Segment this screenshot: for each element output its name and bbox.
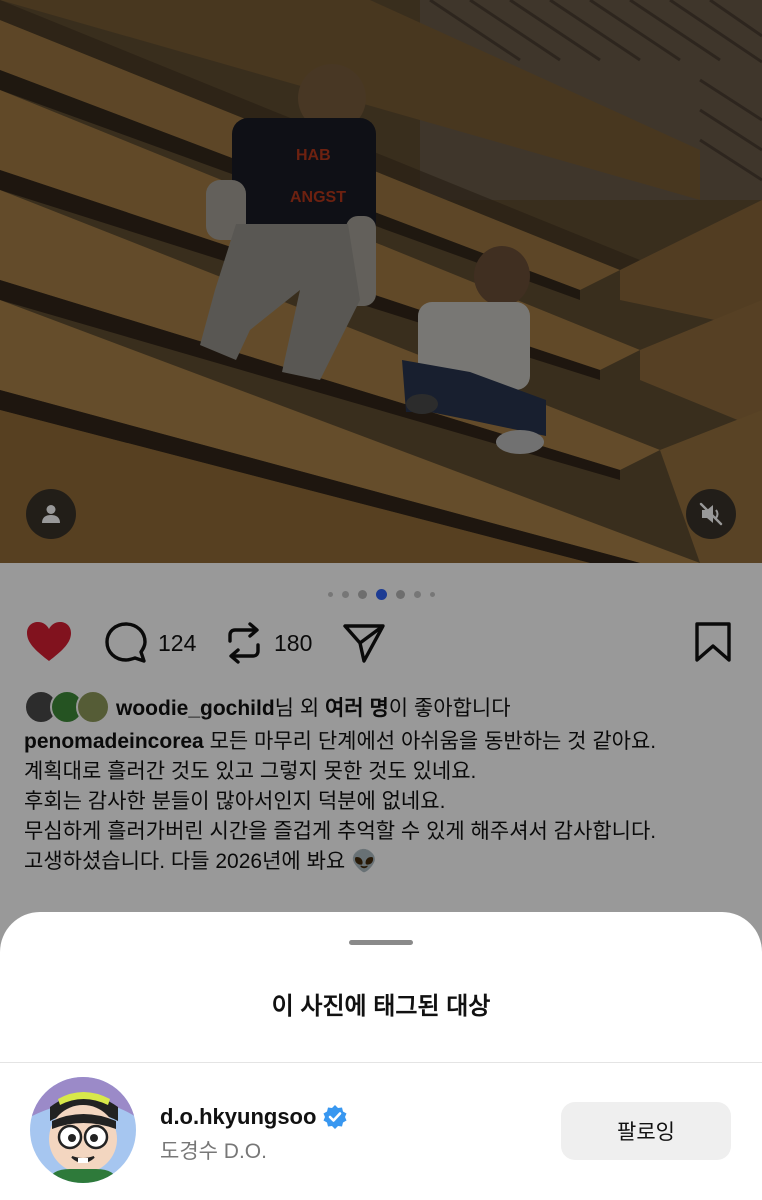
tagged-username[interactable]: d.o.hkyungsoo	[160, 1104, 316, 1130]
avatar[interactable]	[30, 1077, 136, 1183]
verified-badge-icon	[323, 1105, 347, 1129]
sheet-title: 이 사진에 태그된 대상	[271, 993, 491, 1020]
tagged-user-row[interactable]: d.o.hkyungsoo 도경수 D.O. 팔로잉	[0, 1077, 762, 1187]
tagged-full-name: 도경수 D.O.	[160, 1140, 267, 1163]
tagged-people-sheet: 이 사진에 태그된 대상 d.o.hkyungsoo 도경수 D.O. 팔로잉	[0, 912, 762, 1200]
following-button[interactable]: 팔로잉	[561, 1102, 731, 1160]
sheet-drag-handle[interactable]	[349, 940, 413, 945]
cartoon-avatar-image	[30, 1077, 136, 1183]
tagged-username-wrap[interactable]: d.o.hkyungsoo	[160, 1104, 348, 1130]
divider	[0, 1062, 762, 1063]
